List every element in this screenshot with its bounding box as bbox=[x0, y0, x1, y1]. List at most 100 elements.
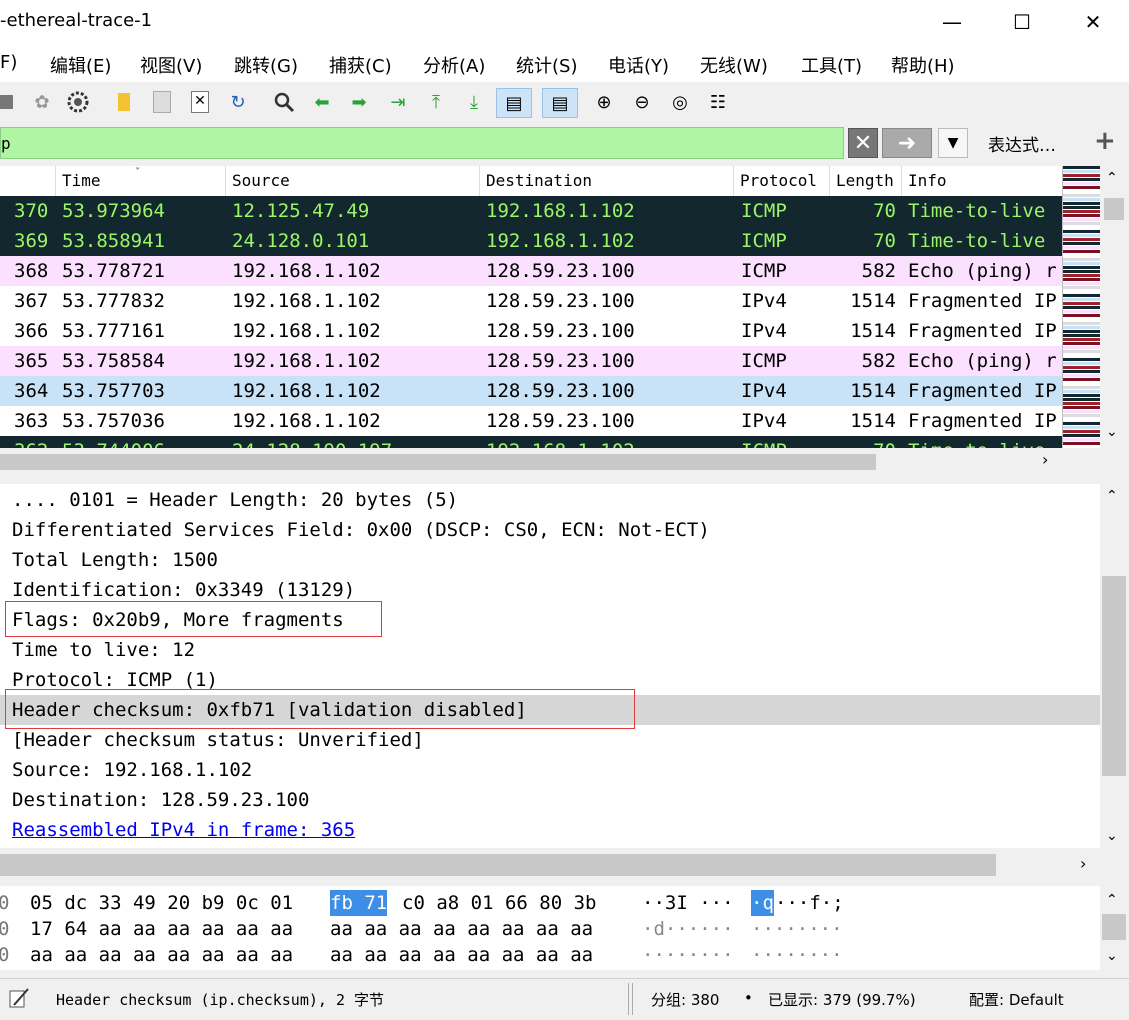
column-header-length[interactable]: Length bbox=[830, 166, 902, 196]
scroll-up-icon[interactable]: ⌃ bbox=[1106, 170, 1118, 186]
column-header-destination[interactable]: Destination bbox=[480, 166, 734, 196]
column-header-no[interactable] bbox=[0, 166, 56, 196]
byte-offset[interactable]: 0 bbox=[0, 916, 9, 942]
menu-analyze[interactable]: 分析(A) bbox=[423, 52, 485, 78]
hex-bytes[interactable]: 05 dc 33 49 20 b9 0c 01 bbox=[30, 890, 293, 916]
apply-filter-icon[interactable]: ➜ bbox=[882, 128, 932, 158]
packet-row[interactable]: 369 53.858941 24.128.0.101 192.168.1.102 ICM… bbox=[0, 226, 1062, 256]
normal-size-icon[interactable]: ◎ bbox=[666, 88, 694, 116]
ascii-bytes[interactable]: ··3I ··· bbox=[642, 890, 745, 916]
detail-destination[interactable]: Destination: 128.59.23.100 bbox=[12, 785, 309, 815]
menu-tools[interactable]: 工具(T) bbox=[801, 52, 862, 78]
packet-row[interactable]: 363 53.757036 192.168.1.102 128.59.23.100 IP… bbox=[0, 406, 1062, 436]
packet-minimap[interactable] bbox=[1062, 166, 1101, 448]
menu-help[interactable]: 帮助(H) bbox=[891, 52, 955, 78]
scroll-down-icon[interactable]: ⌄ bbox=[1106, 828, 1118, 844]
display-filter-input[interactable]: p bbox=[0, 127, 844, 159]
close-file-icon[interactable]: ✕ bbox=[186, 88, 214, 116]
detail-checksum-status[interactable]: [Header checksum status: Unverified] bbox=[12, 725, 424, 755]
scroll-thumb[interactable] bbox=[1104, 198, 1124, 220]
restart-capture-icon[interactable]: ✿ bbox=[28, 88, 56, 116]
colorize-icon[interactable]: ▤ bbox=[542, 88, 578, 118]
find-packet-icon[interactable] bbox=[270, 88, 298, 116]
hex-bytes-selected[interactable]: fb 71 bbox=[330, 890, 388, 916]
packet-row[interactable]: 365 53.758584 192.168.1.102 128.59.23.100 IC… bbox=[0, 346, 1062, 376]
go-first-packet-icon[interactable]: ⤒ bbox=[422, 88, 450, 116]
expert-info-icon[interactable] bbox=[8, 987, 30, 1009]
details-hscroll[interactable]: › bbox=[0, 850, 1100, 880]
zoom-out-icon[interactable]: ⊖ bbox=[628, 88, 656, 116]
go-to-packet-icon[interactable]: ⇥ bbox=[384, 88, 412, 116]
ascii-bytes[interactable]: ········ bbox=[751, 916, 843, 942]
packet-row[interactable]: 366 53.777161 192.168.1.102 128.59.23.100 IP… bbox=[0, 316, 1062, 346]
hscroll-thumb[interactable] bbox=[0, 454, 876, 470]
menu-file[interactable]: F) bbox=[0, 52, 17, 73]
close-button[interactable]: ✕ bbox=[1070, 0, 1116, 44]
ascii-bytes-selected[interactable]: ·q bbox=[751, 890, 774, 916]
packet-row[interactable]: 362 53.744006 24.128.190.197 192.168.1.102 I… bbox=[0, 436, 1062, 448]
filter-history-dropdown-icon[interactable]: ▼ bbox=[938, 128, 968, 158]
zoom-in-icon[interactable]: ⊕ bbox=[590, 88, 618, 116]
scroll-thumb[interactable] bbox=[1102, 576, 1126, 776]
scroll-down-icon[interactable]: ⌄ bbox=[1106, 424, 1118, 440]
column-header-protocol[interactable]: Protocol bbox=[734, 166, 830, 196]
ascii-bytes[interactable]: ···f·; bbox=[775, 890, 844, 916]
hscroll-thumb[interactable] bbox=[0, 854, 996, 876]
stop-capture-icon[interactable] bbox=[0, 88, 20, 116]
add-filter-button[interactable]: + bbox=[1094, 126, 1116, 156]
packet-row[interactable]: 367 53.777832 192.168.1.102 128.59.23.100 IP… bbox=[0, 286, 1062, 316]
packet-list-hscroll[interactable]: › bbox=[0, 448, 1100, 476]
hex-bytes[interactable]: aa aa aa aa aa aa aa aa bbox=[30, 942, 293, 968]
byte-offset[interactable]: 0 bbox=[0, 942, 9, 968]
hex-bytes[interactable]: aa aa aa aa aa aa aa aa bbox=[330, 916, 593, 942]
packet-row[interactable]: 370 53.973964 12.125.47.49 192.168.1.102 ICM… bbox=[0, 196, 1062, 226]
column-header-source[interactable]: Source bbox=[226, 166, 480, 196]
detail-ttl[interactable]: Time to live: 12 bbox=[12, 635, 195, 665]
packet-list-vscroll[interactable]: ⌃ ⌄ bbox=[1100, 166, 1129, 448]
detail-source[interactable]: Source: 192.168.1.102 bbox=[12, 755, 252, 785]
byte-offset[interactable]: 0 bbox=[0, 890, 9, 916]
minimize-button[interactable]: — bbox=[929, 0, 975, 44]
go-back-icon[interactable]: ⬅ bbox=[308, 88, 336, 116]
expression-button[interactable]: 表达式… bbox=[988, 131, 1056, 156]
clear-filter-icon[interactable]: ✕ bbox=[848, 128, 878, 158]
auto-scroll-icon[interactable]: ▤ bbox=[496, 88, 532, 118]
hex-bytes[interactable]: c0 a8 01 66 80 3b bbox=[402, 890, 596, 916]
packet-row[interactable]: 368 53.778721 192.168.1.102 128.59.23.100 IC… bbox=[0, 256, 1062, 286]
status-profile[interactable]: 配置: Default bbox=[969, 989, 1064, 1010]
bytes-vscroll[interactable]: ⌃ ⌄ bbox=[1100, 886, 1129, 970]
detail-total-length[interactable]: Total Length: 1500 bbox=[12, 545, 218, 575]
column-header-info[interactable]: Info bbox=[902, 166, 1062, 196]
menu-wireless[interactable]: 无线(W) bbox=[700, 52, 768, 78]
save-file-icon[interactable] bbox=[148, 88, 176, 116]
hex-bytes[interactable]: 17 64 aa aa aa aa aa aa bbox=[30, 916, 293, 942]
menu-view[interactable]: 视图(V) bbox=[140, 52, 202, 78]
hex-bytes[interactable]: aa aa aa aa aa aa aa aa bbox=[330, 942, 593, 968]
scroll-up-icon[interactable]: ⌃ bbox=[1106, 892, 1118, 908]
menu-telephony[interactable]: 电话(Y) bbox=[608, 52, 669, 78]
reassembled-frame-link[interactable]: Reassembled IPv4 in frame: 365 bbox=[12, 815, 355, 845]
scroll-thumb[interactable] bbox=[1102, 914, 1126, 940]
scroll-right-icon[interactable]: › bbox=[1042, 450, 1048, 469]
maximize-button[interactable]: ☐ bbox=[999, 0, 1045, 44]
ascii-bytes[interactable]: ········ bbox=[751, 942, 843, 968]
column-header-time[interactable]: Time ˇ bbox=[56, 166, 226, 196]
go-last-packet-icon[interactable]: ⤓ bbox=[460, 88, 488, 116]
detail-dsfield[interactable]: Differentiated Services Field: 0x00 (DSC… bbox=[12, 515, 710, 545]
menu-go[interactable]: 跳转(G) bbox=[234, 52, 298, 78]
capture-options-icon[interactable] bbox=[64, 88, 92, 116]
open-file-icon[interactable] bbox=[110, 88, 138, 116]
scroll-up-icon[interactable]: ⌃ bbox=[1106, 488, 1118, 504]
menu-statistics[interactable]: 统计(S) bbox=[516, 52, 577, 78]
detail-header-length[interactable]: .... 0101 = Header Length: 20 bytes (5) bbox=[12, 485, 458, 515]
ascii-bytes[interactable]: ·d······ bbox=[642, 916, 745, 942]
menu-capture[interactable]: 捕获(C) bbox=[329, 52, 392, 78]
details-vscroll[interactable]: ⌃ ⌄ bbox=[1100, 484, 1129, 848]
go-forward-icon[interactable]: ➡ bbox=[345, 88, 373, 116]
status-divider[interactable] bbox=[628, 983, 633, 1015]
packet-row[interactable]: 364 53.757703 192.168.1.102 128.59.23.100 IP… bbox=[0, 376, 1062, 406]
scroll-down-icon[interactable]: ⌄ bbox=[1106, 948, 1118, 964]
menu-edit[interactable]: 编辑(E) bbox=[50, 52, 111, 78]
reload-file-icon[interactable]: ↻ bbox=[224, 88, 252, 116]
ascii-bytes[interactable]: ········ bbox=[642, 942, 745, 968]
